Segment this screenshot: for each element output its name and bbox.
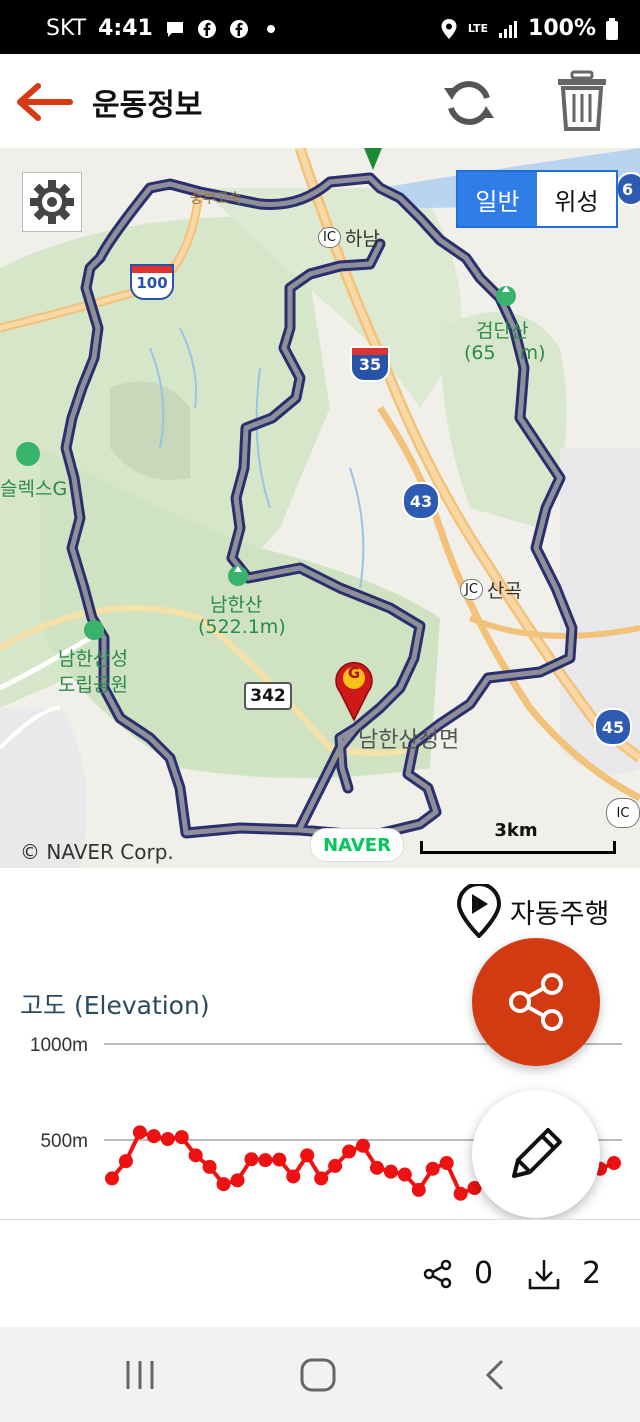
geomdansan-label: 검단산	[476, 320, 529, 342]
ic-badge: IC	[318, 227, 341, 248]
share-count: 0	[474, 1256, 494, 1291]
carrier-label: SKT	[46, 16, 87, 41]
download-stat[interactable]: 2	[526, 1256, 601, 1291]
back-arrow-icon[interactable]	[16, 82, 74, 122]
map-type-toggle: 일반 위성	[456, 170, 618, 228]
route-43-shield: 43	[402, 482, 440, 520]
autoplay-button[interactable]: 자동주행	[456, 884, 609, 938]
naver-logo: NAVER	[310, 828, 404, 862]
elevation-point	[439, 1156, 454, 1171]
refresh-icon[interactable]	[440, 74, 498, 132]
message-icon	[166, 21, 183, 37]
route-35-shield: 35	[350, 346, 390, 382]
elevation-point	[425, 1161, 440, 1176]
map-scale: 3km	[420, 820, 616, 854]
golf-label: 슬렉스G	[0, 478, 68, 500]
location-icon	[441, 18, 457, 39]
elevation-point	[188, 1148, 203, 1163]
autoplay-label: 자동주행	[510, 898, 610, 930]
elevation-point	[314, 1171, 329, 1186]
elevation-point	[272, 1152, 287, 1167]
y-tick-label: 500m	[40, 1131, 88, 1152]
jc-sangok-label: JC 산곡	[460, 576, 522, 603]
share-icon	[509, 973, 563, 1031]
elevation-point	[328, 1158, 343, 1173]
elevation-point	[216, 1177, 231, 1192]
elevation-point	[356, 1138, 370, 1153]
status-bar: SKT 4:41 LTE 100%	[0, 0, 640, 54]
facebook-icon-2	[229, 19, 248, 38]
signal-icon	[499, 20, 518, 38]
back-nav-icon[interactable]	[476, 1355, 516, 1395]
elevation-point	[286, 1169, 301, 1184]
trash-icon[interactable]	[556, 70, 608, 132]
goal-marker-letter: G	[347, 664, 361, 682]
edit-fab[interactable]	[472, 1090, 600, 1218]
system-nav-bar	[0, 1327, 640, 1422]
map-settings-button[interactable]	[22, 172, 82, 232]
elevation-title: 고도 (Elevation)	[20, 991, 210, 1020]
elevation-point	[397, 1167, 412, 1182]
battery-icon	[606, 17, 618, 40]
map-background[interactable]	[0, 148, 640, 868]
namhansanseong-park-label: 도립공원	[58, 674, 128, 696]
gear-icon	[30, 180, 74, 224]
elevation-point	[342, 1144, 357, 1159]
elevation-point	[105, 1171, 119, 1186]
clock: 4:41	[98, 16, 153, 41]
dot-indicator	[266, 24, 275, 33]
download-count: 2	[582, 1256, 602, 1291]
play-pin-icon	[456, 884, 502, 938]
road-label: 중부고속	[190, 191, 242, 207]
facebook-icon	[197, 19, 216, 38]
elevation-point	[132, 1125, 147, 1140]
map-type-satellite[interactable]: 위성	[537, 172, 616, 226]
map-copyright: © NAVER Corp.	[20, 840, 174, 864]
elevation-point	[244, 1152, 259, 1167]
geomdansan-elev: (65 m)	[464, 342, 546, 364]
home-icon[interactable]	[298, 1355, 338, 1395]
elevation-point	[258, 1153, 273, 1168]
namhansanseong-myeon-label: 남한산성면	[358, 728, 460, 753]
elevation-point	[118, 1154, 133, 1169]
route-342-sign: 342	[244, 682, 292, 710]
battery-percent: 100%	[528, 16, 596, 41]
elevation-point	[146, 1129, 161, 1144]
share-small-icon	[423, 1259, 452, 1288]
ic-hanam-label: IC 하남	[318, 224, 380, 251]
elevation-point	[160, 1132, 175, 1147]
download-icon	[528, 1259, 560, 1289]
elevation-point	[453, 1186, 468, 1201]
recent-apps-icon[interactable]	[120, 1355, 160, 1395]
elevation-point	[607, 1156, 621, 1171]
app-bar: 운동정보	[0, 54, 640, 149]
route-45-shield: 45	[594, 708, 632, 746]
share-stat[interactable]: 0	[422, 1256, 493, 1291]
elevation-point	[300, 1148, 315, 1163]
route-100-shield: 100	[130, 264, 174, 300]
bottom-stats-bar: 0 2	[0, 1219, 640, 1328]
map-type-normal[interactable]: 일반	[458, 172, 537, 226]
elevation-point	[383, 1164, 398, 1179]
namhansan-label: 남한산	[210, 594, 263, 616]
namhansanseong-label: 남한산성	[58, 648, 128, 670]
namhansan-elev: (522.1m)	[198, 616, 286, 638]
pencil-icon	[512, 1128, 562, 1178]
elevation-point	[369, 1160, 384, 1175]
elevation-point	[411, 1182, 426, 1197]
page-title: 운동정보	[92, 88, 203, 123]
elevation-point	[230, 1173, 245, 1188]
elevation-point	[174, 1130, 189, 1145]
y-tick-label: 1000m	[30, 1035, 88, 1056]
elevation-point	[202, 1159, 217, 1174]
network-type: LTE	[467, 22, 489, 35]
map-view[interactable]: IC 하남 중부고속 검단산 (65 m) 남한산 (522.1m) 남한산성 도…	[0, 148, 640, 868]
route-6-shield: 6	[616, 172, 640, 206]
share-fab[interactable]	[472, 938, 600, 1066]
